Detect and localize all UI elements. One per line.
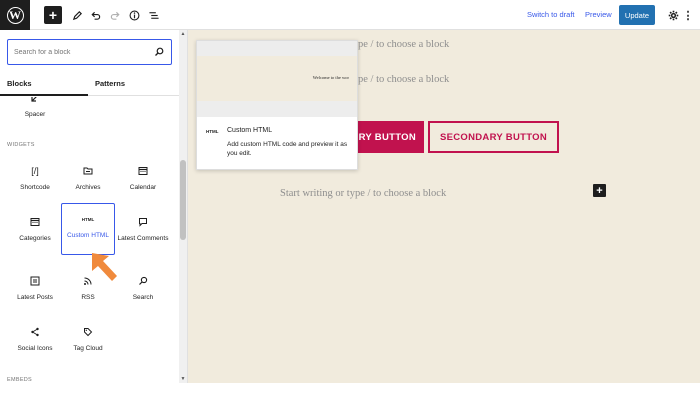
- block-label: Spacer: [24, 111, 46, 118]
- list-view-icon: [149, 11, 159, 19]
- inline-add-block-button[interactable]: +: [593, 184, 606, 197]
- latest-posts-icon: [28, 274, 42, 288]
- block-custom-html[interactable]: HTML Custom HTML: [61, 203, 115, 255]
- block-label: RSS: [81, 294, 95, 301]
- block-latest-comments[interactable]: Latest Comments: [116, 207, 170, 259]
- block-social-icons[interactable]: Social Icons: [8, 317, 62, 369]
- update-button[interactable]: Update: [619, 5, 655, 25]
- scroll-down-icon[interactable]: ▼: [180, 376, 186, 382]
- list-view-button[interactable]: [145, 6, 163, 24]
- preview-placeholder-band: [197, 101, 357, 117]
- block-label: Tag Cloud: [73, 345, 103, 352]
- block-label: Latest Comments: [117, 235, 169, 242]
- block-label: Social Icons: [17, 345, 53, 352]
- editor-toolbar: W + Switch to draft Preview Update ⋮: [0, 0, 700, 30]
- block-preview-popover: Welcome to the wor HTML Custom HTML Add …: [196, 40, 358, 170]
- footer-strip: [188, 383, 700, 400]
- redo-icon: [110, 11, 120, 20]
- block-preview-title: Custom HTML: [227, 127, 273, 134]
- archives-icon: [81, 164, 95, 178]
- block-editor: W + Switch to draft Preview Update ⋮ Sea…: [0, 0, 700, 400]
- search-icon: [155, 47, 164, 56]
- wordpress-logo-icon: W: [6, 6, 24, 24]
- block-latest-posts[interactable]: Latest Posts: [8, 266, 62, 318]
- block-preview-description: Add custom HTML code and preview it as y…: [227, 141, 348, 157]
- block-label: Search: [132, 294, 154, 301]
- scrollbar-thumb[interactable]: [180, 160, 186, 240]
- preview-placeholder-band: [197, 41, 357, 56]
- secondary-button-block[interactable]: SECONDARY BUTTON: [428, 121, 559, 153]
- block-label: Shortcode: [20, 184, 50, 191]
- scroll-up-icon[interactable]: ▲: [180, 31, 186, 37]
- undo-icon: [90, 11, 100, 20]
- paragraph-placeholder[interactable]: pe / to choose a block: [358, 74, 449, 85]
- block-search-input[interactable]: [14, 46, 144, 58]
- tag-icon: [81, 325, 95, 339]
- calendar-icon: [136, 164, 150, 178]
- block-search-field[interactable]: [7, 39, 172, 65]
- more-options-button[interactable]: ⋮: [683, 6, 694, 24]
- block-archives[interactable]: Archives: [61, 156, 115, 208]
- preview-button[interactable]: Preview: [585, 10, 612, 19]
- info-icon: [129, 10, 139, 20]
- block-search[interactable]: Search: [116, 266, 170, 318]
- block-label: Custom HTML: [67, 232, 109, 239]
- inserter-tabs: Blocks Patterns: [0, 74, 180, 96]
- gear-icon: [668, 10, 678, 20]
- tab-blocks[interactable]: Blocks: [7, 79, 32, 88]
- settings-button[interactable]: [664, 6, 682, 24]
- block-label: Categories: [19, 235, 51, 242]
- paragraph-placeholder[interactable]: Start writing or type / to choose a bloc…: [280, 188, 446, 199]
- wordpress-logo-button[interactable]: W: [0, 0, 30, 30]
- block-label: Archives: [75, 184, 101, 191]
- footer-strip: [0, 383, 188, 400]
- active-tab-indicator: [0, 94, 88, 96]
- details-button[interactable]: [125, 6, 143, 24]
- block-spacer[interactable]: Spacer: [8, 97, 62, 135]
- html-icon: HTML: [81, 216, 95, 222]
- pencil-icon: [72, 10, 82, 20]
- block-shortcode[interactable]: [/] Shortcode: [8, 156, 62, 208]
- tab-patterns[interactable]: Patterns: [95, 79, 125, 88]
- categories-icon: [28, 215, 42, 229]
- pointer-arrow-icon: [92, 253, 117, 281]
- search-block-icon: [136, 274, 150, 288]
- shortcode-icon: [/]: [31, 166, 39, 176]
- redo-button[interactable]: [106, 6, 124, 24]
- comment-icon: [136, 215, 150, 229]
- switch-to-draft-button[interactable]: Switch to draft: [527, 10, 575, 19]
- block-label: Calendar: [129, 184, 157, 191]
- paragraph-placeholder[interactable]: pe / to choose a block: [358, 39, 449, 50]
- block-inserter-toggle[interactable]: +: [44, 6, 62, 24]
- block-list: Spacer WIDGETS [/] Shortcode Archives Ca…: [0, 97, 180, 383]
- preview-sample-text: Welcome to the wor: [312, 75, 349, 80]
- block-calendar[interactable]: Calendar: [116, 156, 170, 208]
- widgets-section-title: WIDGETS: [7, 142, 35, 148]
- html-icon: HTML: [206, 129, 219, 134]
- block-label: Latest Posts: [17, 294, 53, 301]
- block-tag-cloud[interactable]: Tag Cloud: [61, 317, 115, 369]
- block-categories[interactable]: Categories: [8, 207, 62, 259]
- spacer-icon: [28, 97, 42, 105]
- tools-button[interactable]: [68, 6, 86, 24]
- share-icon: [28, 325, 42, 339]
- inserter-scrollbar[interactable]: ▲ ▼: [179, 30, 187, 383]
- block-preview-stage: Welcome to the wor: [197, 41, 357, 117]
- undo-button[interactable]: [86, 6, 104, 24]
- block-inserter-panel: Blocks Patterns Spacer WIDGETS [/] Short…: [0, 30, 188, 383]
